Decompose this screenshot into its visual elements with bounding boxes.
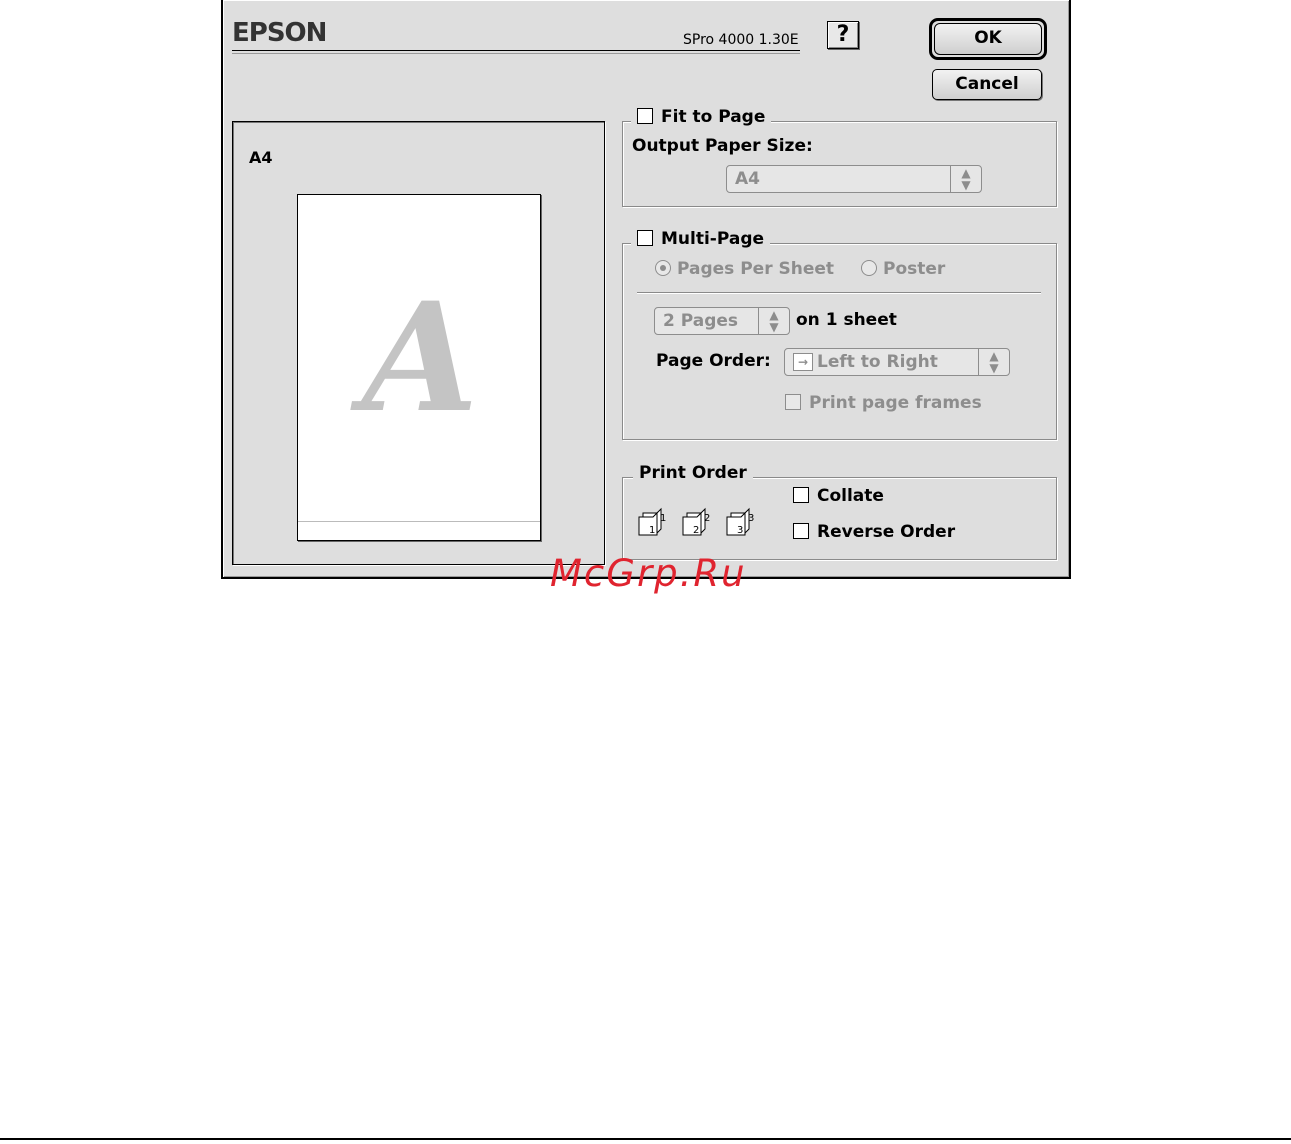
paper-size-label: A4 [249,148,273,167]
page-order-select[interactable]: → Left to Right ▲ ▼ [784,348,1010,376]
multi-page-separator [637,292,1041,293]
stack-icon-back-3: 3 [748,513,754,524]
stack-icon-front-3: 3 [737,525,743,536]
header-rule-shadow [232,53,800,54]
pages-per-sheet-value: 2 Pages [663,311,739,331]
page-order-label: Page Order: [656,351,771,371]
page-stack-icon: 1 1 2 2 3 3 [638,507,754,536]
collate-checkbox[interactable] [793,487,809,503]
output-paper-size-value: A4 [735,169,760,189]
collate-option[interactable]: Collate [793,486,884,506]
popup-arrows-icon: ▲ ▼ [758,308,789,334]
page-bottom-rule [0,1138,1291,1140]
stack-icon-back-2: 2 [704,513,710,524]
fit-to-page-group [622,121,1057,207]
print-page-frames-label: Print page frames [809,393,982,413]
epson-logo: EPSON [232,18,327,48]
collate-label: Collate [817,486,884,506]
pages-per-sheet-select[interactable]: 2 Pages ▲ ▼ [654,307,790,335]
reverse-order-label: Reverse Order [817,522,956,542]
output-paper-size-label: Output Paper Size: [632,136,813,156]
watermark-logo: McGrp.Ru [550,552,747,595]
page-preview-panel: A4 A [232,121,605,565]
reverse-order-checkbox[interactable] [793,523,809,539]
multi-page-checkbox[interactable] [637,230,653,246]
page-order-value-wrap: → Left to Right [793,349,938,375]
stack-icon-back-1: 1 [660,513,666,524]
paper-preview: A [297,194,541,541]
ok-button[interactable]: OK [929,18,1047,60]
stack-icon-front-2: 2 [693,525,699,536]
page-setup-dialog: EPSON SPro 4000 1.30E ? OK Cancel A4 A F… [221,0,1071,579]
preview-glyph: A [362,270,479,446]
fit-to-page-label[interactable]: Fit to Page [661,107,765,127]
print-order-legend: Print Order [633,462,753,484]
pages-suffix-label: on 1 sheet [796,310,897,330]
help-button[interactable]: ? [827,21,859,49]
radio-pages-per-sheet[interactable]: Pages Per Sheet [655,259,834,279]
driver-version: SPro 4000 1.30E [683,32,799,48]
radio-poster-dot [861,260,877,276]
right-arrow-icon: → [793,353,813,371]
stack-icon-front-1: 1 [649,525,655,536]
print-page-frames[interactable]: Print page frames [785,393,982,413]
radio-pages-per-sheet-label: Pages Per Sheet [677,259,835,279]
multi-page-legend: Multi-Page [631,228,771,250]
popup-arrows-icon: ▲ ▼ [978,349,1009,375]
fit-to-page-checkbox[interactable] [637,108,653,124]
radio-pages-per-sheet-dot [655,260,671,276]
reverse-order-option[interactable]: Reverse Order [793,522,955,542]
page-order-value: Left to Right [817,352,938,372]
radio-poster-label: Poster [883,259,946,279]
ok-button-label: OK [934,23,1042,55]
print-order-stack-icons: 1 1 2 2 3 3 [637,506,767,544]
cancel-button[interactable]: Cancel [932,69,1042,100]
paper-margin-line [298,521,540,522]
popup-arrows-icon: ▲ ▼ [950,166,981,192]
header-rule [232,50,800,51]
multi-page-label[interactable]: Multi-Page [661,229,764,249]
fit-to-page-legend: Fit to Page [631,106,772,128]
output-paper-size-select[interactable]: A4 ▲ ▼ [726,165,982,193]
print-page-frames-checkbox[interactable] [785,394,801,410]
radio-poster[interactable]: Poster [861,259,945,279]
